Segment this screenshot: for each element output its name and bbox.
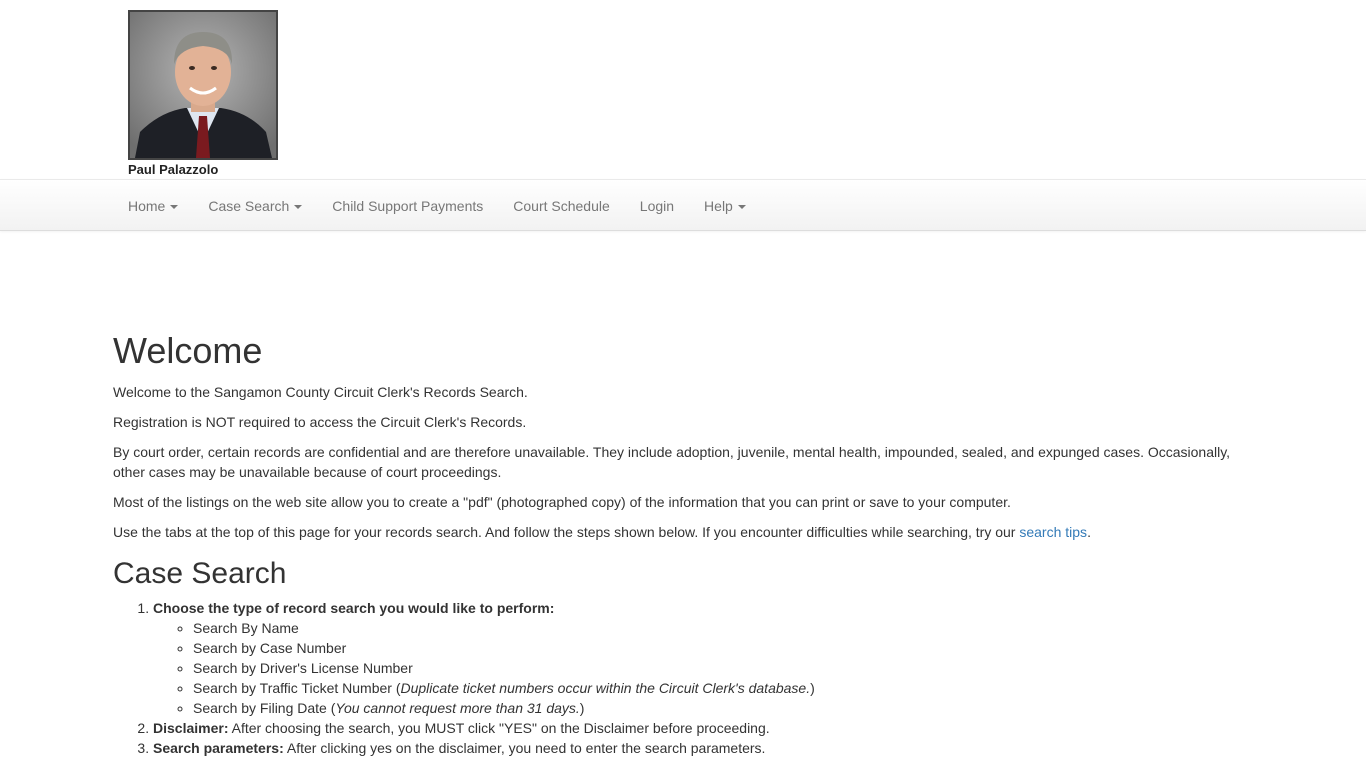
search-option-name: Search By Name: [193, 618, 1253, 638]
nav-court-schedule[interactable]: Court Schedule: [498, 180, 625, 232]
registration-paragraph: Registration is NOT required to access t…: [113, 414, 527, 430]
chevron-down-icon: [737, 205, 746, 210]
welcome-heading: Welcome: [113, 330, 263, 371]
nav-court-schedule-label: Court Schedule: [513, 198, 610, 214]
traffic-ticket-end: ): [810, 680, 815, 696]
nav-case-search-label: Case Search: [208, 198, 290, 214]
step2-label: Disclaimer:: [153, 720, 229, 736]
filing-date-text: Search by Filing Date (: [193, 700, 336, 716]
step3-text: After clicking yes on the disclaimer, yo…: [283, 740, 766, 756]
nav-child-support-label: Child Support Payments: [332, 198, 484, 214]
nav-login[interactable]: Login: [625, 180, 689, 232]
step-choose-search: Choose the type of record search you wou…: [153, 598, 1253, 718]
welcome-paragraph: Welcome to the Sangamon County Circuit C…: [113, 384, 528, 400]
main-navbar: Home Case Search Child Support Payments …: [0, 179, 1366, 231]
nav-list: Home Case Search Child Support Payments …: [113, 180, 761, 232]
tabs-paragraph-text: Use the tabs at the top of this page for…: [113, 524, 1020, 540]
nav-child-support-payments[interactable]: Child Support Payments: [317, 180, 498, 232]
case-search-heading: Case Search: [113, 557, 287, 590]
search-option-case-number: Search by Case Number: [193, 638, 1253, 658]
case-search-steps: Choose the type of record search you wou…: [113, 598, 1253, 758]
search-tips-link[interactable]: search tips: [1019, 524, 1087, 540]
tabs-paragraph: Use the tabs at the top of this page for…: [113, 522, 1253, 542]
step2-text: After choosing the search, you MUST clic…: [228, 720, 770, 736]
main-content: Welcome Welcome to the Sangamon County C…: [113, 329, 1253, 758]
traffic-ticket-note: Duplicate ticket numbers occur within th…: [400, 680, 811, 696]
nav-help[interactable]: Help: [689, 180, 761, 232]
nav-case-search[interactable]: Case Search: [193, 180, 317, 232]
nav-login-label: Login: [639, 198, 675, 214]
nav-home-label: Home: [128, 198, 166, 214]
step3-label: Search parameters:: [153, 740, 284, 756]
nav-home[interactable]: Home: [113, 180, 193, 232]
search-option-filing-date: Search by Filing Date (You cannot reques…: [193, 698, 1253, 718]
step-disclaimer: Disclaimer: After choosing the search, y…: [153, 718, 1253, 738]
search-type-list: Search By Name Search by Case Number Sea…: [153, 618, 1253, 718]
chevron-down-icon: [170, 205, 179, 210]
filing-date-note: You cannot request more than 31 days.: [335, 700, 580, 716]
tabs-paragraph-end: .: [1087, 524, 1091, 540]
header: Paul Palazzolo: [0, 0, 1366, 179]
clerk-name: Paul Palazzolo: [128, 162, 219, 177]
confidential-paragraph: By court order, certain records are conf…: [113, 444, 1231, 480]
step1-label: Choose the type of record search you wou…: [153, 600, 555, 616]
pdf-paragraph: Most of the listings on the web site all…: [113, 494, 1011, 510]
chevron-down-icon: [294, 205, 303, 210]
search-option-drivers-license: Search by Driver's License Number: [193, 658, 1253, 678]
search-option-traffic-ticket: Search by Traffic Ticket Number (Duplica…: [193, 678, 1253, 698]
nav-help-label: Help: [704, 198, 733, 214]
traffic-ticket-text: Search by Traffic Ticket Number (: [193, 680, 401, 696]
filing-date-end: ): [579, 700, 585, 716]
step-search-parameters: Search parameters: After clicking yes on…: [153, 738, 1253, 758]
clerk-photo: [128, 10, 278, 160]
